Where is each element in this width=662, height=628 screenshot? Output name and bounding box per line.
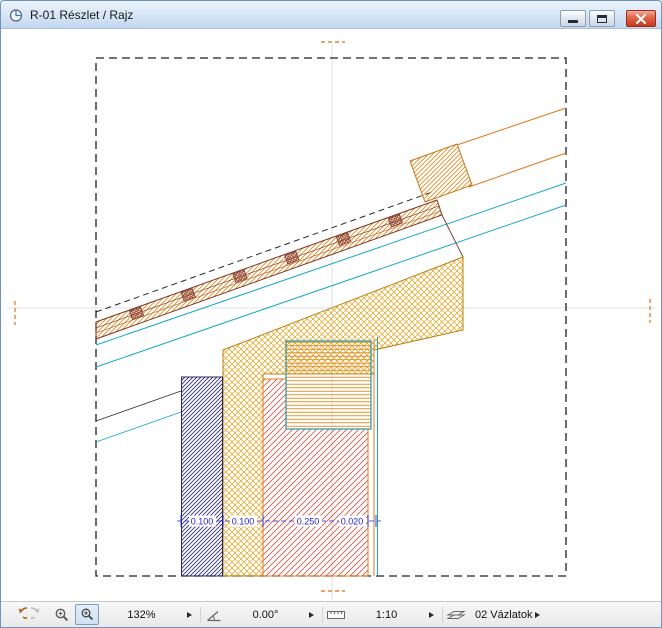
layer-button[interactable] (445, 604, 467, 626)
scale-button[interactable] (325, 604, 347, 626)
curb-body[interactable] (409, 143, 473, 203)
redo-view-icon (31, 606, 40, 619)
next-view-button[interactable] (29, 604, 51, 626)
minimize-button[interactable] (560, 10, 586, 27)
maximize-button[interactable] (589, 10, 615, 27)
plaster-column-navy[interactable] (181, 376, 223, 577)
scale-group: 1:10 (325, 602, 445, 627)
window-title: R-01 Részlet / Rajz (30, 7, 134, 22)
timber-beam[interactable] (285, 340, 372, 430)
minimize-icon (568, 20, 578, 23)
roof-strip-end-connector (441, 214, 464, 258)
dimension-label[interactable]: 0.020 (341, 517, 364, 527)
ridge-curb-piece[interactable] (409, 107, 567, 203)
ruler-icon (327, 610, 345, 619)
maximize-icon (597, 14, 607, 23)
layer-flyout-arrow[interactable] (535, 611, 541, 618)
zoom-tool-button[interactable] (75, 604, 99, 625)
zoom-tool-icon (81, 608, 93, 621)
titlebar[interactable]: R-01 Részlet / Rajz (1, 1, 661, 29)
rotation-group: 0.00° (203, 602, 325, 627)
zoom-in-icon (55, 608, 69, 621)
separator (442, 606, 443, 623)
scale-value[interactable]: 1:10 (347, 609, 426, 621)
previous-view-button[interactable] (7, 604, 29, 626)
scale-flyout-arrow[interactable] (429, 611, 434, 618)
close-button[interactable] (626, 10, 656, 27)
rotation-button[interactable] (203, 604, 225, 626)
close-icon (636, 13, 646, 24)
dimension-label[interactable]: 0.100 (191, 517, 214, 527)
zoom-group: 132% (7, 602, 203, 627)
curb-line-upper[interactable] (456, 107, 567, 146)
rotation-value[interactable]: 0.00° (225, 609, 306, 621)
zoom-value[interactable]: 132% (99, 609, 184, 621)
detail-drawing[interactable]: 0.100 0.100 0.250 0.020 (1, 29, 662, 603)
zoom-flyout-arrow[interactable] (187, 611, 192, 618)
dimension-label[interactable]: 0.100 (232, 517, 255, 527)
layer-group: 02 Vázlatok (445, 602, 655, 627)
drawing-marker-icon (9, 8, 23, 22)
layers-icon (446, 610, 466, 619)
curb-line-lower[interactable] (468, 152, 567, 188)
separator (200, 606, 201, 623)
detail-drawing-window: R-01 Részlet / Rajz 0.100 0.100 0.250 0.… (0, 0, 662, 628)
angle-icon (207, 610, 221, 621)
layer-value[interactable]: 02 Vázlatok (475, 609, 532, 621)
separator (322, 606, 323, 623)
undo-view-icon (18, 606, 27, 619)
zoom-in-button[interactable] (51, 604, 73, 626)
rotation-flyout-arrow[interactable] (309, 611, 314, 618)
dimension-label[interactable]: 0.250 (297, 517, 320, 527)
statusbar: 132% 0.00° 1:10 02 Vázlatok (1, 601, 661, 627)
drawing-canvas[interactable]: 0.100 0.100 0.250 0.020 (1, 29, 662, 603)
